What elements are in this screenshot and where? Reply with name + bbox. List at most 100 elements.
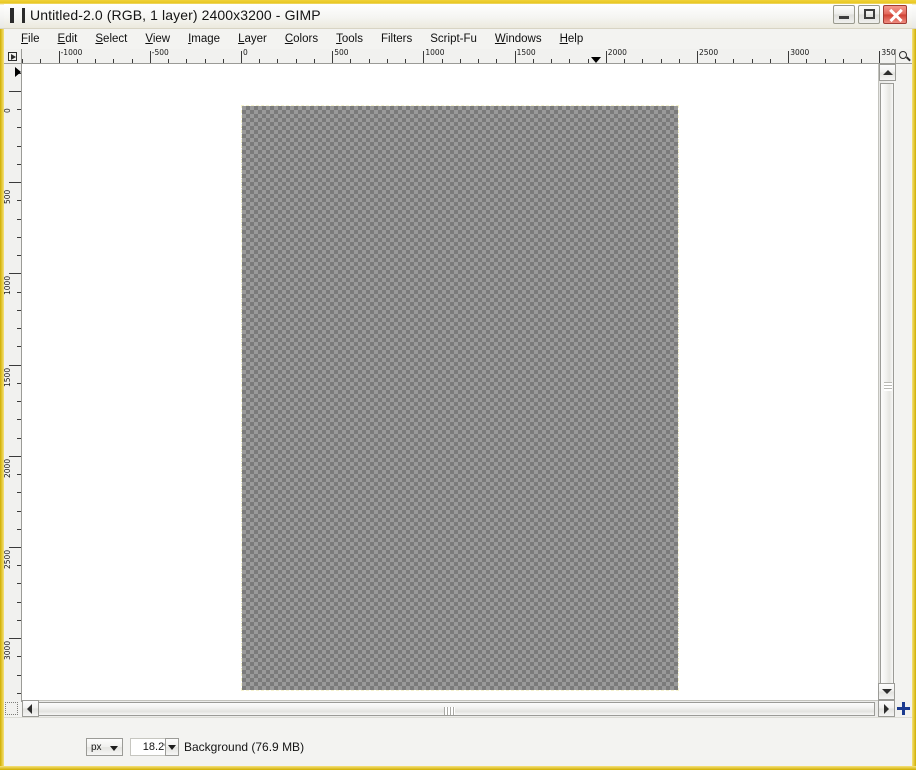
ruler-tick-minor (551, 59, 553, 63)
ruler-tick-minor (277, 59, 279, 63)
scroll-right-button[interactable] (878, 700, 895, 717)
ruler-tick-minor (95, 59, 97, 63)
ruler-tick-minor (17, 109, 21, 111)
ruler-tick-minor (842, 59, 844, 63)
ruler-tick-minor (17, 401, 21, 403)
ruler-tick-major (9, 364, 21, 366)
ruler-tick-minor (769, 59, 771, 63)
vertical-ruler[interactable]: 0 500 1000 1500 2000 2500 3000 (4, 64, 22, 702)
ruler-tick-minor (295, 59, 297, 63)
ruler-tick-minor (17, 419, 21, 421)
window-border-bottom (0, 766, 916, 770)
ruler-tick-minor (17, 218, 21, 220)
ruler-tick-minor (113, 59, 115, 63)
ruler-tick-minor (441, 59, 443, 63)
ruler-tick-minor (17, 328, 21, 330)
ruler-tick-minor (368, 59, 370, 63)
close-button[interactable] (883, 5, 907, 24)
ruler-tick-minor (168, 59, 170, 63)
ruler-tick-minor (17, 163, 21, 165)
ruler-tick-minor (496, 59, 498, 63)
menu-item-layer[interactable]: Layer (229, 30, 276, 48)
unit-combo-box[interactable]: px (86, 738, 123, 756)
vertical-scrollbar[interactable] (878, 64, 896, 702)
menu-item-windows[interactable]: Windows (486, 30, 551, 48)
vertical-scrollbar-thumb[interactable] (880, 83, 894, 693)
ruler-tick-major (788, 51, 790, 63)
chevron-right-icon (884, 704, 889, 714)
ruler-tick-minor (17, 255, 21, 257)
menu-item-colors[interactable]: Colors (276, 30, 327, 48)
ruler-tick-minor (17, 382, 21, 384)
ruler-tick-minor (660, 59, 662, 63)
ruler-label: 1500 (516, 49, 536, 57)
scroll-left-button[interactable] (22, 700, 39, 717)
ruler-tick-minor (17, 346, 21, 348)
menu-item-filters[interactable]: Filters (372, 30, 421, 48)
menu-item-script-fu[interactable]: Script-Fu (421, 30, 486, 48)
ruler-tick-minor (715, 59, 717, 63)
ruler-tick-major (879, 51, 881, 63)
ruler-tick-major (58, 51, 60, 63)
ruler-cursor-marker (15, 67, 21, 77)
ruler-tick-minor (405, 59, 407, 63)
minimize-icon (839, 16, 849, 19)
menu-item-file[interactable]: File (12, 30, 49, 48)
menu-item-edit[interactable]: Edit (49, 30, 87, 48)
ruler-tick-minor (733, 59, 735, 63)
scroll-up-button[interactable] (879, 64, 896, 81)
menu-item-image[interactable]: Image (179, 30, 229, 48)
horizontal-scrollbar-thumb[interactable] (23, 702, 875, 716)
menu-item-tools[interactable]: Tools (327, 30, 372, 48)
maximize-button[interactable] (858, 5, 880, 24)
zoom-image-window-button[interactable] (895, 49, 912, 64)
horizontal-ruler[interactable]: -1000 -500 0 500 1000 1500 2000 2500 3000 3500 (22, 49, 895, 64)
navigation-preview-button[interactable] (895, 700, 912, 717)
ruler-tick-minor (17, 145, 21, 147)
ruler-tick-minor (532, 59, 534, 63)
gimp-application-window: Untitled-2.0 (RGB, 1 layer) 2400x3200 - … (0, 0, 916, 770)
ruler-label: 500 (334, 49, 349, 57)
menu-item-help[interactable]: Help (551, 30, 593, 48)
ruler-tick-minor (17, 474, 21, 476)
ruler-tick-minor (131, 59, 133, 63)
ruler-tick-minor (40, 59, 42, 63)
menu-arrow-icon (8, 52, 17, 61)
horizontal-scrollbar[interactable] (22, 700, 878, 717)
menu-item-view[interactable]: View (136, 30, 179, 48)
ruler-tick-minor (17, 656, 21, 658)
ruler-tick-major (9, 273, 21, 275)
scrollbar-grip-icon (444, 707, 455, 715)
quick-mask-toggle[interactable] (5, 702, 18, 715)
ruler-label: 2000 (4, 458, 12, 478)
ruler-label: 0 (243, 49, 248, 57)
gimp-wilber-icon (10, 8, 14, 23)
window-title: Untitled-2.0 (RGB, 1 layer) 2400x3200 - … (30, 7, 321, 23)
ruler-label: 2500 (699, 49, 719, 57)
ruler-tick-minor (806, 59, 808, 63)
ruler-menu-button[interactable] (4, 49, 22, 64)
window-controls (833, 5, 907, 24)
minimize-button[interactable] (833, 5, 855, 24)
canvas-viewport[interactable] (22, 64, 895, 702)
ruler-label: -1000 (60, 49, 83, 57)
ruler-tick-major (9, 91, 21, 92)
ruler-label: 500 (4, 189, 12, 205)
window-menu-icon[interactable] (22, 8, 25, 23)
ruler-tick-minor (17, 127, 21, 129)
ruler-tick-minor (824, 59, 826, 63)
zoom-dropdown-button[interactable] (165, 738, 179, 756)
menu-bar: File Edit Select View Image Layer Colors Tools F… (4, 29, 912, 49)
maximize-icon (864, 9, 875, 19)
ruler-tick-minor (222, 59, 224, 63)
status-message: Background (76.9 MB) (184, 740, 305, 754)
image-canvas[interactable] (241, 105, 679, 691)
ruler-tick-minor (17, 236, 21, 238)
ruler-label: 1000 (425, 49, 445, 57)
menu-item-select[interactable]: Select (86, 30, 136, 48)
title-bar[interactable]: Untitled-2.0 (RGB, 1 layer) 2400x3200 - … (0, 0, 916, 29)
scrollbar-grip-icon (884, 382, 892, 391)
scroll-down-button[interactable] (878, 683, 895, 700)
ruler-tick-minor (17, 583, 21, 585)
chevron-down-icon (110, 746, 118, 751)
